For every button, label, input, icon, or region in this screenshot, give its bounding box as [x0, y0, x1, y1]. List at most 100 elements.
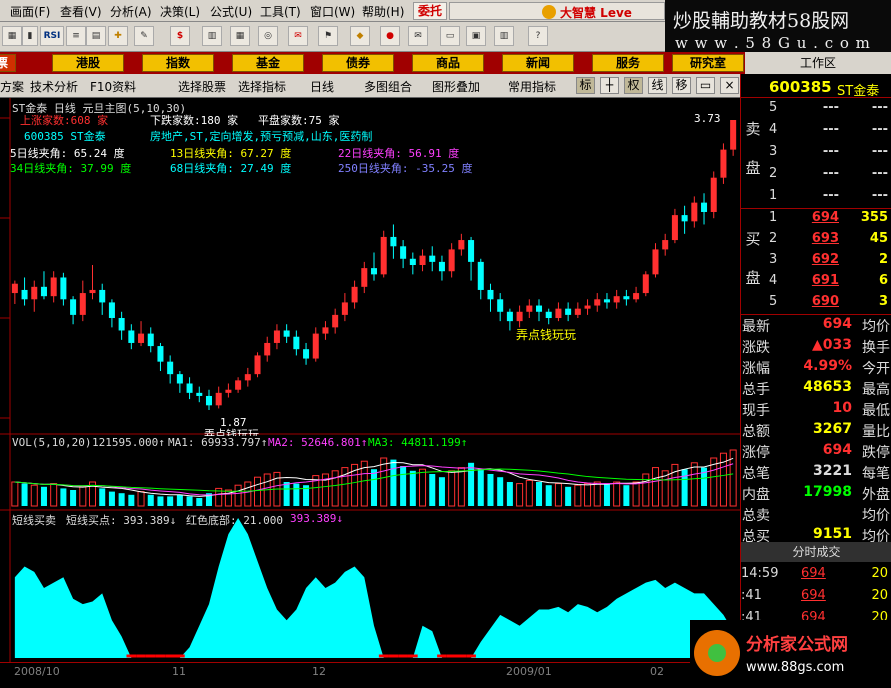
candle-body [516, 311, 523, 322]
toolbar-megaphone-icon[interactable]: ✉ [288, 26, 308, 46]
toolbar-window-icon[interactable]: ▭ [440, 26, 460, 46]
toolbar-ruler-icon[interactable]: ✎ [134, 26, 154, 46]
time-label: 02 [650, 665, 664, 678]
chart-area[interactable]: ST金泰 日线 元旦主图(5,10,30) 上涨家数:608 家 下跌家数:18… [0, 98, 740, 662]
nav-item-research[interactable]: 研究室 [672, 54, 744, 72]
tab-scheme[interactable]: 方案 [0, 78, 24, 95]
candle-body [254, 355, 261, 375]
toolbar-help-icon[interactable]: ? [528, 26, 548, 46]
toggle-close-icon[interactable]: × [720, 77, 739, 94]
tick-row[interactable]: 14:59 694 20 [741, 566, 891, 586]
volume-bar [497, 477, 504, 506]
nav-item-hk[interactable]: 港股 [52, 54, 124, 72]
menu-item-formula[interactable]: 公式(U) [210, 3, 252, 20]
candle-body [652, 249, 659, 275]
nav-item-bond[interactable]: 债券 [322, 54, 394, 72]
toolbar-square-icon[interactable]: ▦ [2, 26, 22, 46]
tab-overlay[interactable]: 图形叠加 [432, 78, 480, 95]
volume-bar [632, 481, 640, 507]
tab-select-indicator[interactable]: 选择指标 [238, 78, 286, 95]
quote-value: ▲033 [812, 337, 852, 353]
toggle-mark[interactable]: 标 [576, 77, 595, 94]
buy-row[interactable]: 5 690 3 [741, 294, 891, 314]
volume-bar [370, 469, 378, 506]
sell-row[interactable]: 4 --- --- [741, 122, 891, 142]
toolbar-grid-icon[interactable]: ▤ [86, 26, 106, 46]
volume-bar [380, 457, 388, 507]
buy-price: 691 [811, 273, 839, 288]
candle-body [633, 293, 640, 300]
flat-count: 平盘家数:75 家 [258, 114, 340, 127]
menu-item-tools[interactable]: 工具(T) [260, 3, 301, 20]
candle-body [419, 255, 426, 265]
toolbar-diamond-icon[interactable]: ◆ [350, 26, 370, 46]
ticks-header[interactable]: 分时成交 [741, 542, 891, 562]
candle-body [390, 236, 397, 247]
sell-row[interactable]: 1 --- --- [741, 188, 891, 208]
toolbar-flag-icon[interactable]: ⚑ [318, 26, 338, 46]
toolbar-panel-icon[interactable]: ▣ [466, 26, 486, 46]
candle-body [108, 302, 115, 319]
tab-daily[interactable]: 日线 [310, 78, 334, 95]
toolbar-bars2-icon[interactable]: ▦ [230, 26, 250, 46]
tick-row[interactable]: :41 694 20 [741, 588, 891, 608]
nav-item-fund[interactable]: 基金 [232, 54, 304, 72]
quote-value: 3221 [813, 463, 852, 479]
order-button[interactable]: 委托 [413, 2, 447, 20]
tab-multi-chart[interactable]: 多图组合 [364, 78, 412, 95]
toolbar-candy-icon[interactable]: ● [380, 26, 400, 46]
nav-item-stock[interactable]: 票 [0, 54, 16, 72]
RSI-icon[interactable]: RSI [40, 26, 64, 46]
candle-body [662, 240, 669, 250]
toolbar-books-icon[interactable]: ▥ [494, 26, 514, 46]
tab-common-indicator[interactable]: 常用指标 [508, 78, 556, 95]
volume-bar [167, 496, 174, 506]
menu-item-decision[interactable]: 决策(L) [160, 3, 200, 20]
toggle-window-icon[interactable]: ▭ [696, 77, 715, 94]
menu-item-analysis[interactable]: 分析(A) [110, 3, 152, 20]
volume-bar [21, 483, 28, 506]
tab-technical[interactable]: 技术分析 [30, 78, 78, 95]
candle-body [70, 299, 77, 315]
sell-row[interactable]: 3 --- --- [741, 144, 891, 164]
toolbar-binoculars-icon[interactable]: ◎ [258, 26, 278, 46]
quote-label-right: 均价 [862, 508, 890, 524]
chart-svg[interactable] [0, 98, 740, 662]
toolbar-dollar-icon[interactable]: $ [170, 26, 190, 46]
quote-label-right: 今开 [862, 361, 890, 377]
toggle-rights[interactable]: 权 [624, 77, 643, 94]
volume-bar [254, 476, 262, 507]
workzone-label[interactable]: 工作区 [745, 52, 891, 74]
buy-row[interactable]: 1 694 355 [741, 210, 891, 230]
sell-row[interactable]: 5 --- --- [741, 100, 891, 120]
buy-row[interactable]: 4 691 6 [741, 273, 891, 293]
menu-item-window[interactable]: 窗口(W) [310, 3, 355, 20]
angle-34: 34日线夹角: 37.99 度 [10, 162, 132, 175]
tab-select-stock[interactable]: 选择股票 [178, 78, 226, 95]
nav-item-news[interactable]: 新闻 [502, 54, 574, 72]
toggle-cross-icon[interactable]: ┼ [600, 77, 619, 94]
toggle-move[interactable]: 移 [672, 77, 691, 94]
menu-item-screen[interactable]: 画面(F) [10, 3, 50, 20]
nav-item-index[interactable]: 指数 [142, 54, 214, 72]
volume-bar [516, 483, 524, 507]
menu-item-help[interactable]: 帮助(H) [362, 3, 404, 20]
sell-level: 1 [769, 188, 778, 203]
tab-f10[interactable]: F10资料 [90, 78, 136, 95]
buy-row[interactable]: 2 693 45 [741, 231, 891, 251]
toolbar-bars-icon[interactable]: ▮ [22, 26, 38, 46]
nav-item-commodity[interactable]: 商品 [412, 54, 484, 72]
nav-item-service[interactable]: 服务 [592, 54, 664, 72]
candle-body [99, 289, 106, 303]
sell-row[interactable]: 2 --- --- [741, 166, 891, 186]
toggle-line[interactable]: 线 [648, 77, 667, 94]
ind-red: 红色底部: 21.000 [186, 514, 283, 527]
buy-row[interactable]: 3 692 2 [741, 252, 891, 272]
toolbar-mail-icon[interactable]: ✉ [408, 26, 428, 46]
toolbar-cross-icon[interactable]: ✚ [108, 26, 128, 46]
sell-level: 5 [769, 100, 778, 115]
toolbar-list-icon[interactable]: ≡ [66, 26, 86, 46]
toolbar-chart-icon[interactable]: ▥ [202, 26, 222, 46]
menu-item-view[interactable]: 查看(V) [60, 3, 102, 20]
volume-bar [196, 498, 203, 506]
